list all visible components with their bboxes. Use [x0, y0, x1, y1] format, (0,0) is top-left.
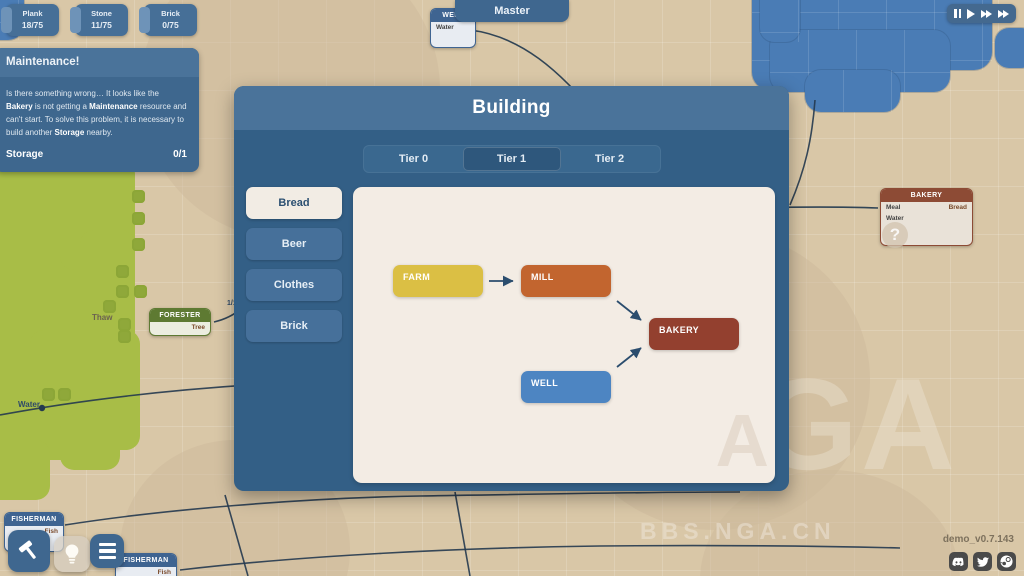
- io-input-label: Meal: [886, 204, 901, 211]
- resource-value: 18/75: [21, 20, 44, 30]
- tier-tabs: Tier 0 Tier 1 Tier 2: [234, 145, 789, 173]
- flow-node-bakery[interactable]: BAKERY: [649, 318, 739, 350]
- building-title: FISHERMAN: [116, 554, 176, 567]
- resource-name: Stone: [91, 9, 112, 18]
- social-links: [949, 552, 1016, 571]
- resource-value: 11/75: [91, 20, 112, 30]
- notification-highlight: Storage: [54, 128, 85, 137]
- category-item-brick[interactable]: Brick: [246, 310, 342, 342]
- requirement-label: Storage: [6, 149, 44, 160]
- dialog-body: Bread Beer Clothes Brick A FARM MILL WEL…: [234, 173, 789, 483]
- tab-tier-1[interactable]: Tier 1: [462, 147, 561, 171]
- build-button[interactable]: [8, 530, 50, 572]
- building-io-row: Water: [431, 22, 475, 33]
- play-icon: [967, 8, 975, 19]
- category-item-beer[interactable]: Beer: [246, 228, 342, 260]
- building-io-row: Tree: [150, 322, 210, 333]
- notification-highlight: Maintenance: [89, 102, 138, 111]
- flow-node-farm[interactable]: FARM: [393, 265, 483, 297]
- io-input-label: Water: [436, 24, 454, 31]
- twitter-link[interactable]: [973, 552, 992, 571]
- discord-icon: [952, 557, 964, 566]
- resource-bar: Plank 18/75 Stone 11/75 Brick 0/75: [1, 4, 197, 36]
- notification-text: nearby.: [84, 128, 113, 137]
- fastest-forward-button[interactable]: [998, 9, 1009, 18]
- lightbulb-icon: [65, 544, 79, 564]
- pause-button[interactable]: [954, 9, 961, 18]
- stone-icon: [70, 7, 81, 33]
- tab-tier-0[interactable]: Tier 0: [365, 147, 463, 171]
- notification-text: Is there something wrong… It looks like …: [6, 89, 159, 98]
- flow-arrow-mill-to-bakery: [616, 300, 642, 321]
- map-label: Thaw: [92, 313, 113, 322]
- notification-requirement: Storage 0/1: [0, 143, 199, 172]
- resource-chip-plank[interactable]: Plank 18/75: [1, 4, 59, 36]
- resource-name: Brick: [161, 9, 180, 18]
- fast-forward-icon: [986, 9, 992, 18]
- io-output-label: Bread: [948, 204, 967, 211]
- hamburger-icon: [98, 542, 116, 560]
- requirement-value: 0/1: [173, 149, 187, 160]
- discord-link[interactable]: [949, 552, 968, 571]
- pause-icon: [954, 9, 961, 18]
- building-io-row: Fish: [116, 567, 176, 576]
- steam-icon: [1000, 555, 1013, 568]
- master-tab[interactable]: Master: [455, 0, 569, 22]
- ideas-button[interactable]: [54, 536, 90, 572]
- main-menu-button[interactable]: [90, 534, 124, 568]
- building-title: FORESTER: [150, 309, 210, 322]
- notification-text: is not getting a: [32, 102, 90, 111]
- category-item-bread[interactable]: Bread: [246, 187, 342, 219]
- speed-controls: [947, 4, 1016, 23]
- tab-tier-2[interactable]: Tier 2: [561, 147, 659, 171]
- building-io-row: Meal Bread: [881, 202, 972, 213]
- map-label: Water: [18, 400, 40, 409]
- building-title: BAKERY: [881, 189, 972, 202]
- map-building-fisherman-2[interactable]: FISHERMAN Fish: [115, 553, 177, 576]
- steam-link[interactable]: [997, 552, 1016, 571]
- production-flow-canvas: A FARM MILL WELL BAKERY: [353, 187, 775, 483]
- resource-chip-brick[interactable]: Brick 0/75: [139, 4, 197, 36]
- flow-node-well[interactable]: WELL: [521, 371, 611, 403]
- brick-icon: [139, 7, 150, 33]
- building-dialog: Building Tier 0 Tier 1 Tier 2 Bread Beer…: [234, 86, 789, 491]
- flow-arrow-well-to-bakery: [616, 347, 642, 368]
- fastest-forward-icon: [1003, 9, 1009, 18]
- flow-node-mill[interactable]: MILL: [521, 265, 611, 297]
- resource-name: Plank: [22, 9, 43, 18]
- play-button[interactable]: [967, 8, 975, 19]
- resource-chip-stone[interactable]: Stone 11/75: [70, 4, 128, 36]
- version-label: demo_v0.7.143: [942, 534, 1014, 545]
- category-list: Bread Beer Clothes Brick: [246, 187, 342, 483]
- notification-highlight: Bakery: [6, 102, 33, 111]
- warning-question-icon: ?: [882, 222, 908, 248]
- building-title: FISHERMAN: [5, 513, 63, 526]
- maintenance-notification[interactable]: Maintenance! Is there something wrong… I…: [0, 48, 199, 172]
- game-screen: Thaw Water 1/1 WELL Water BAKERY Meal Br…: [0, 0, 1024, 576]
- resource-value: 0/75: [162, 20, 179, 30]
- io-output-label: Fish: [157, 569, 171, 576]
- map-building-forester[interactable]: FORESTER Tree: [149, 308, 211, 336]
- fast-forward-button[interactable]: [981, 9, 992, 18]
- canvas-watermark: A: [715, 399, 769, 482]
- hammer-icon: [18, 540, 36, 559]
- twitter-icon: [976, 556, 989, 567]
- category-item-clothes[interactable]: Clothes: [246, 269, 342, 301]
- dialog-title: Building: [234, 86, 789, 130]
- notification-body: Is there something wrong… It looks like …: [0, 77, 199, 143]
- plank-icon: [1, 7, 12, 33]
- notification-title: Maintenance!: [0, 48, 199, 77]
- io-output-label: Tree: [191, 324, 205, 331]
